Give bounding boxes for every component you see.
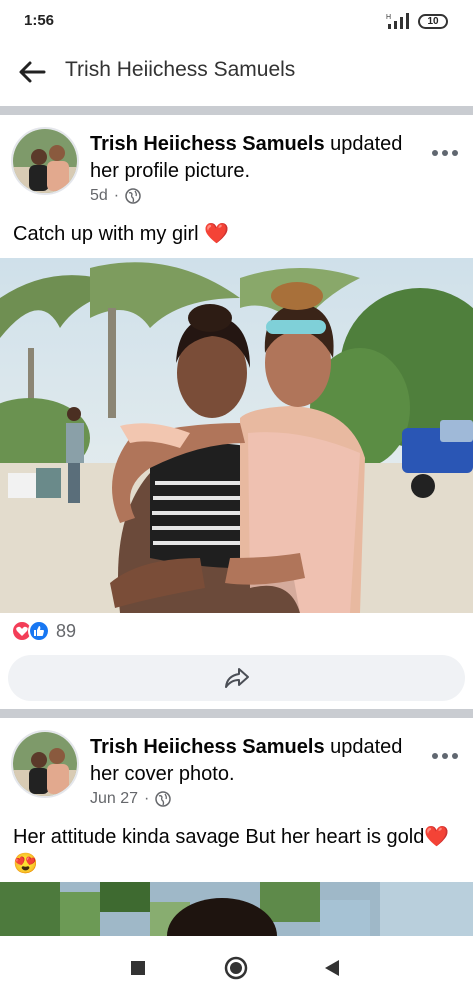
system-nav-bar [0,936,473,1000]
post-time[interactable]: Jun 27 [90,790,138,808]
globe-icon [155,791,172,807]
post-meta: 5d · [90,187,141,205]
more-options-button[interactable] [428,143,462,163]
recents-square-icon [131,961,145,975]
post-caption: Catch up with my girl ❤️ [13,221,453,248]
post-header-text: Trish Heiichess Samuels updated her prof… [90,131,420,185]
section-divider [0,709,473,718]
post-caption: Her attitude kinda savage But her heart … [13,824,453,878]
battery-indicator: 10 [418,14,448,29]
status-bar: 1:56 H 10 [0,0,473,44]
post-cover-photo: Trish Heiichess Samuels updated her cove… [0,718,473,936]
more-options-button[interactable] [428,746,462,766]
reaction-count: 89 [56,620,77,641]
post-meta: Jun 27 · [90,790,172,808]
reactions-summary[interactable]: 89 [11,620,76,642]
recents-button[interactable] [130,960,146,981]
cover-photo[interactable] [0,882,473,936]
heart-emoji: ❤️ [424,826,450,848]
avatar[interactable] [11,127,79,195]
post-header-text: Trish Heiichess Samuels updated her cove… [90,734,420,788]
author-name[interactable]: Trish Heiichess Samuels [90,736,325,758]
avatar[interactable] [11,730,79,798]
page-header: Trish Heiichess Samuels [0,44,473,100]
arrow-left-icon [19,61,46,83]
post-profile-picture: Trish Heiichess Samuels updated her prof… [0,115,473,711]
home-button[interactable] [224,956,248,985]
post-time[interactable]: 5d [90,187,108,205]
share-arrow-icon [224,668,249,688]
heart-emoji: ❤️ [204,223,230,245]
status-time: 1:56 [24,12,55,29]
author-name[interactable]: Trish Heiichess Samuels [90,133,325,155]
post-photo[interactable] [0,258,473,613]
globe-icon [125,188,141,204]
signal-icon: H [386,13,409,29]
like-reaction-icon [28,620,50,642]
back-button[interactable] [14,56,50,88]
network-type: H [386,14,391,21]
caption-text: Her attitude kinda savage But her heart … [13,826,425,848]
home-circle-icon [224,956,248,980]
heart-eyes-emoji: 😍 [13,853,38,875]
back-triangle-icon [325,960,339,976]
share-button[interactable] [8,655,465,701]
meta-separator: · [144,790,150,807]
meta-separator: · [113,187,120,204]
caption-text: Catch up with my girl [13,223,199,245]
back-nav-button[interactable] [323,958,341,983]
section-divider [0,106,473,115]
page-title: Trish Heiichess Samuels [65,58,296,81]
